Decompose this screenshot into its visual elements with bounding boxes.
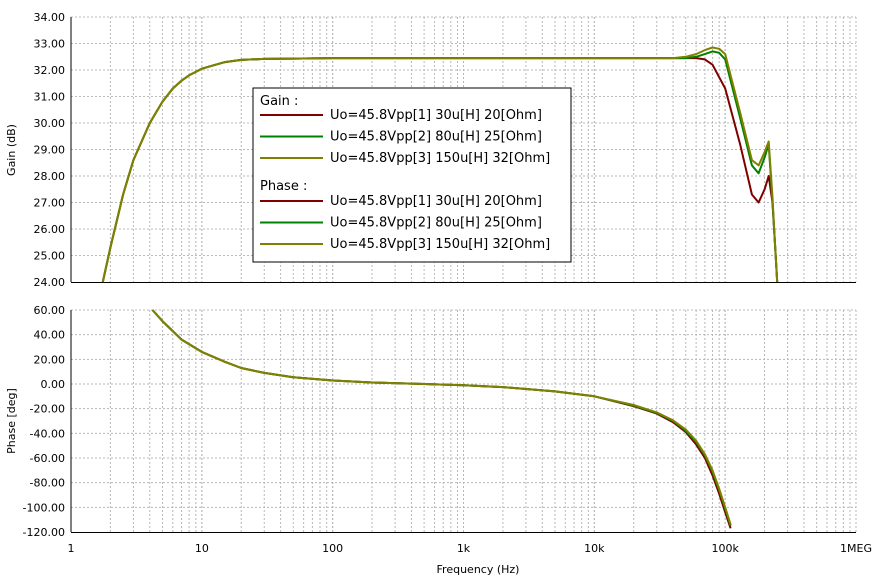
x-tick-label: 1k <box>457 542 471 555</box>
legend-entry-label: Uo=45.8Vpp[2] 80u[H] 25[Ohm] <box>330 130 542 145</box>
gain-y-tick-label: 27.00 <box>34 197 66 210</box>
x-tick-label: 100k <box>711 542 739 555</box>
gain-y-tick-label: 29.00 <box>34 144 66 157</box>
legend-entry-label: Uo=45.8Vpp[1] 30u[H] 20[Ohm] <box>330 194 542 209</box>
phase-y-tick-label: 20.00 <box>34 353 66 366</box>
phase-y-tick-label: -20.00 <box>30 403 65 416</box>
legend-gain-header: Gain : <box>260 94 298 109</box>
phase-y-tick-label: -100.00 <box>23 501 65 514</box>
gain-y-axis-label: Gain (dB) <box>5 124 18 176</box>
legend-entry-label: Uo=45.8Vpp[3] 150u[H] 32[Ohm] <box>330 237 550 252</box>
gain-y-tick-label: 30.00 <box>34 117 66 130</box>
legend-phase-header: Phase : <box>260 179 307 194</box>
gain-y-tick-label: 26.00 <box>34 223 66 236</box>
phase-y-tick-label: -120.00 <box>23 526 65 539</box>
gain-y-tick-label: 28.00 <box>34 170 66 183</box>
phase-y-axis-label: Phase [deg] <box>5 388 18 454</box>
gain-y-tick-label: 31.00 <box>34 91 66 104</box>
gain-y-tick-label: 25.00 <box>34 250 66 263</box>
legend-entry-label: Uo=45.8Vpp[3] 150u[H] 32[Ohm] <box>330 151 550 166</box>
bode-plot: 34.00 33.00 32.00 31.00 30.00 29.00 28.00 27.00… <box>0 0 883 587</box>
legend-entry-label: Uo=45.8Vpp[1] 30u[H] 20[Ohm] <box>330 108 542 123</box>
x-tick-label: 1 <box>68 542 75 555</box>
phase-y-tick-label: 40.00 <box>34 329 66 342</box>
phase-y-tick-label: 60.00 <box>34 304 66 317</box>
phase-y-tick-label: -80.00 <box>30 477 65 490</box>
gain-y-tick-label: 24.00 <box>34 276 66 289</box>
x-tick-label: 100 <box>322 542 343 555</box>
x-tick-label: 10k <box>584 542 605 555</box>
x-axis-label: Frequency (Hz) <box>437 563 520 576</box>
gain-y-tick-label: 34.00 <box>34 11 66 24</box>
phase-y-tick-label: 0.00 <box>41 378 66 391</box>
x-tick-label: 1MEG <box>840 542 872 555</box>
legend-entry-label: Uo=45.8Vpp[2] 80u[H] 25[Ohm] <box>330 216 542 231</box>
gain-y-tick-label: 32.00 <box>34 64 66 77</box>
x-tick-label: 10 <box>195 542 209 555</box>
legend: Gain : Phase : Uo=45.8Vpp[1] 30u[H] 20[O… <box>252 87 572 263</box>
gain-y-tick-label: 33.00 <box>34 38 66 51</box>
phase-y-tick-label: -60.00 <box>30 452 65 465</box>
phase-y-tick-label: -40.00 <box>30 427 65 440</box>
